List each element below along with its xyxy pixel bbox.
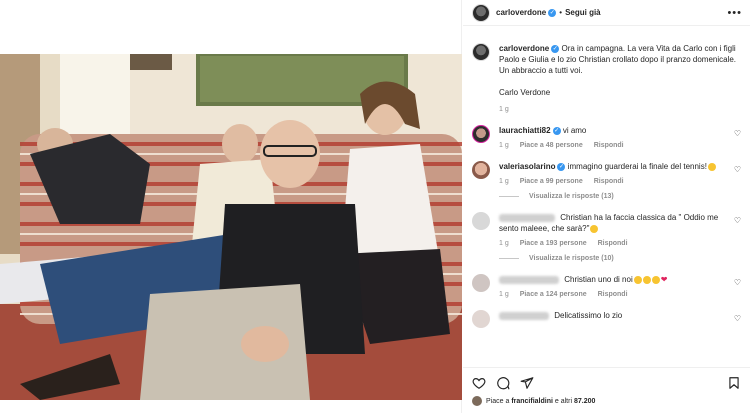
caption-time[interactable]: 1 g: [499, 106, 509, 113]
comment-time[interactable]: 1 g: [499, 142, 509, 149]
bookmark-icon[interactable]: [727, 376, 741, 390]
likes-suffix: e altri: [554, 397, 573, 405]
comment-time[interactable]: 1 g: [499, 240, 509, 247]
caption-username[interactable]: carloverdone: [499, 44, 549, 53]
red-heart-emoji-icon: ❤: [660, 275, 668, 285]
comment-row: Christian uno di noi ❤ 1 g Piace a 124 pe…: [472, 274, 741, 298]
smile-emoji-icon: [590, 224, 599, 233]
reply-button[interactable]: Rispondi: [594, 142, 624, 149]
likes-prefix: Piace a: [486, 397, 510, 405]
laugh-emoji-icon: [651, 275, 660, 284]
likes-user[interactable]: francifialdini: [511, 398, 553, 405]
view-replies-button[interactable]: Visualizza le risposte (13): [499, 193, 723, 200]
comment-time[interactable]: 1 g: [499, 178, 509, 185]
reply-button[interactable]: Rispondi: [598, 240, 628, 247]
laugh-emoji-icon: [642, 275, 651, 284]
post-media: [0, 0, 462, 413]
post-side-panel: carloverdone ✓ • Segui già ••• carloverd…: [463, 0, 750, 413]
comment-row: valeriasolarino ✓ immagino guarderai la f…: [472, 161, 741, 200]
paper-plane-icon[interactable]: [520, 376, 534, 390]
author-username[interactable]: carloverdone: [496, 8, 546, 17]
commenter-avatar[interactable]: [472, 212, 490, 230]
verified-badge-icon: ✓: [552, 126, 561, 135]
more-icon[interactable]: •••: [727, 7, 742, 19]
caption-row: carloverdone ✓ Ora in campagna. La vera V…: [472, 43, 741, 113]
author-avatar-small[interactable]: [472, 43, 490, 61]
author-avatar[interactable]: [472, 3, 490, 22]
comments-list[interactable]: carloverdone ✓ Ora in campagna. La vera V…: [463, 27, 750, 367]
comment-row: Delicatissimo lo zio ♡: [472, 310, 741, 329]
post-actions-bar: Piace a francifialdini e altri 87.200: [463, 367, 750, 413]
family-photo-image: [0, 54, 462, 400]
comment-username[interactable]: laurachiatti82: [499, 126, 551, 135]
separator-dot: •: [559, 8, 563, 17]
reply-button[interactable]: Rispondi: [598, 291, 628, 298]
comment-like-heart-icon[interactable]: ♡: [734, 314, 741, 323]
laugh-emoji-icon: [633, 275, 642, 284]
comment-likes[interactable]: Piace a 124 persone: [520, 291, 587, 298]
caption-signature: Carlo Verdone: [499, 88, 551, 97]
comment-username[interactable]: valeriasolarino: [499, 162, 555, 171]
comment-text: Christian uno di noi: [564, 275, 633, 284]
comment-icon[interactable]: [496, 376, 510, 390]
liker-avatar[interactable]: [472, 396, 482, 406]
comment-like-heart-icon[interactable]: ♡: [734, 165, 741, 174]
follow-button[interactable]: Segui già: [565, 8, 601, 17]
commenter-avatar[interactable]: [472, 125, 490, 143]
blurred-username: [499, 312, 549, 321]
comment-text: immagino guarderai la finale del tennis!: [567, 162, 707, 171]
blurred-username: [499, 213, 555, 222]
commenter-avatar[interactable]: [472, 274, 490, 292]
verified-badge-icon: ✓: [557, 162, 566, 171]
view-replies-button[interactable]: Visualizza le risposte (10): [499, 255, 723, 262]
likes-count[interactable]: 87.200: [574, 398, 595, 405]
commenter-avatar[interactable]: [472, 161, 490, 179]
comment-time[interactable]: 1 g: [499, 291, 509, 298]
comment-like-heart-icon[interactable]: ♡: [734, 216, 741, 225]
blurred-username: [499, 275, 559, 284]
comment-text: Delicatissimo lo zio: [554, 311, 623, 321]
commenter-avatar[interactable]: [472, 310, 490, 329]
heart-outline-icon[interactable]: [472, 376, 486, 390]
comment-likes[interactable]: Piace a 193 persone: [520, 240, 587, 247]
post-photo[interactable]: [0, 54, 462, 400]
comment-text: vi amo: [562, 126, 587, 135]
reply-button[interactable]: Rispondi: [594, 178, 624, 185]
comment-likes[interactable]: Piace a 48 persone: [520, 142, 583, 149]
comment-like-heart-icon[interactable]: ♡: [734, 129, 741, 138]
verified-badge-icon: ✓: [551, 44, 560, 53]
comment-likes[interactable]: Piace a 99 persone: [520, 178, 583, 185]
smile-emoji-icon: [707, 162, 716, 171]
comment-row: Christian ha la faccia classica da " Odd…: [472, 212, 741, 262]
likes-summary[interactable]: Piace a francifialdini e altri 87.200: [472, 396, 741, 406]
verified-badge-icon: ✓: [548, 8, 557, 17]
comment-row: laurachiatti82 ✓ vi amo 1 g Piace a 48 pe…: [472, 125, 741, 149]
post-header: carloverdone ✓ • Segui già •••: [463, 0, 750, 26]
comment-like-heart-icon[interactable]: ♡: [734, 278, 741, 287]
